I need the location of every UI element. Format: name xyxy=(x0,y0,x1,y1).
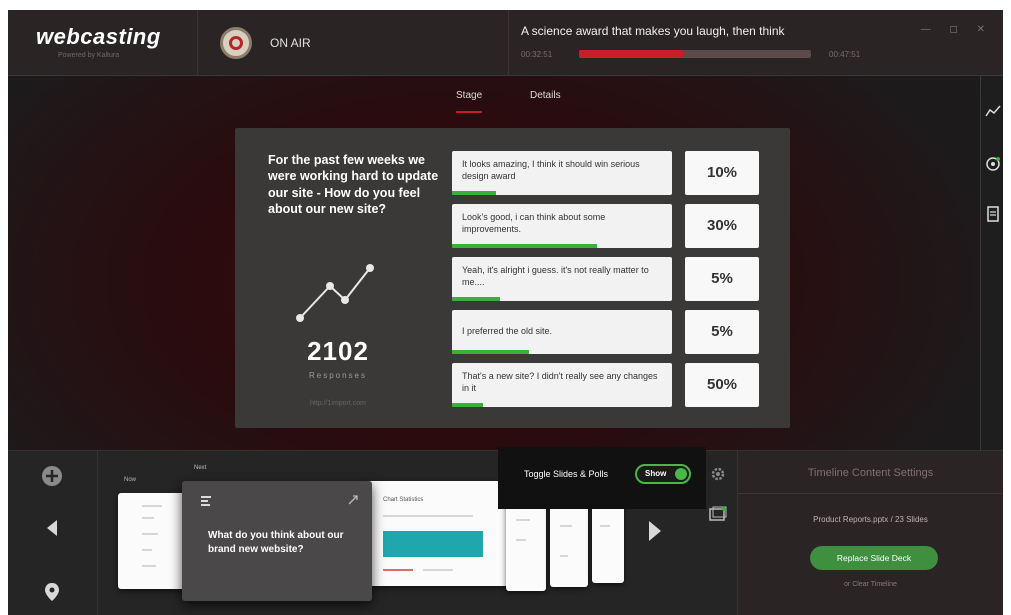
poll-answer: Look's good, i can think about some impr… xyxy=(452,204,672,248)
poll-answer-text: It looks amazing, I think it should win … xyxy=(462,159,640,182)
next-label: Next xyxy=(194,465,207,471)
location-pin-icon[interactable] xyxy=(41,581,63,603)
poll-question: For the past few weeks we were working h… xyxy=(268,153,439,216)
slide-thumbnail[interactable] xyxy=(118,493,190,589)
poll-answer-bar xyxy=(452,244,598,248)
poll-answer-percent: 50% xyxy=(685,363,759,407)
now-label: Now xyxy=(124,477,137,483)
divider xyxy=(738,493,1003,494)
gear-icon[interactable] xyxy=(710,466,726,482)
playback-progress-fill xyxy=(579,50,684,58)
poll-answer-percent: 30% xyxy=(685,204,759,248)
clear-timeline-link[interactable]: or Clear Timeline xyxy=(738,581,1003,588)
expand-icon[interactable] xyxy=(348,495,358,505)
logo-subtitle: Powered by Kaltura xyxy=(58,52,120,59)
poll-answer-bar xyxy=(452,350,529,354)
slides-icon[interactable] xyxy=(709,506,727,522)
response-count: 2102 xyxy=(307,336,369,366)
poll-answer: Yeah, it's alright i guess. it's not rea… xyxy=(452,257,672,301)
next-slide-card[interactable]: What do you think about our brand new we… xyxy=(182,481,372,601)
next-arrow-icon[interactable] xyxy=(646,519,664,543)
next-slide-text: What do you think about our brand new we… xyxy=(208,530,344,555)
poll-answer-percent: 5% xyxy=(685,310,759,354)
previous-arrow-icon[interactable] xyxy=(41,517,63,539)
poll-answer-bar xyxy=(452,297,501,301)
poll-answer: That's a new site? I didn't really see a… xyxy=(452,363,672,407)
poll-answer-bar xyxy=(452,191,496,195)
poll-answer-percent: 10% xyxy=(685,151,759,195)
slide-thumbnail[interactable] xyxy=(506,499,546,591)
logo: webcasting xyxy=(36,24,161,49)
timeline-tools xyxy=(698,451,738,615)
timeline-controls xyxy=(8,451,98,615)
analytics-icon[interactable] xyxy=(985,104,1001,120)
response-label: Responses xyxy=(308,371,368,380)
add-icon[interactable] xyxy=(41,465,63,487)
webcasting-app: webcasting Powered by Kaltura ON AIR A s… xyxy=(8,10,1003,615)
playback-progress[interactable] xyxy=(579,50,811,58)
tab-stage[interactable]: Stage xyxy=(456,90,483,113)
poll-panel: For the past few weeks we were working h… xyxy=(235,128,790,428)
now-playing-title: A science award that makes you laugh, th… xyxy=(521,24,785,38)
on-air-icon[interactable] xyxy=(220,27,252,59)
tab-details[interactable]: Details xyxy=(530,90,561,111)
timeline-settings-panel: Timeline Content Settings Product Report… xyxy=(738,451,1003,615)
timeline-strip: Now Next Chart Statistics What do you th… xyxy=(8,447,1003,615)
poll-answer-text: That's a new site? I didn't really see a… xyxy=(462,371,658,394)
toggle-state: Show xyxy=(645,469,667,478)
timeline-settings-title: Timeline Content Settings xyxy=(807,467,934,479)
right-rail xyxy=(980,76,1003,450)
line-chart-icon xyxy=(296,264,374,322)
slide-thumbnail-chart[interactable]: Chart Statistics xyxy=(363,481,513,586)
poll-answer-text: Look's good, i can think about some impr… xyxy=(462,212,606,235)
deck-file-info: Product Reports.pptx / 23 Slides xyxy=(813,515,928,524)
show-toggle[interactable]: Show xyxy=(635,464,691,484)
chat-icon[interactable] xyxy=(985,156,1001,172)
slide-chart-area xyxy=(383,531,483,557)
time-elapsed: 00:32:51 xyxy=(521,50,553,59)
menu-lines-icon xyxy=(201,496,211,506)
time-total: 00:47:51 xyxy=(829,50,861,59)
now-playing: A science award that makes you laugh, th… xyxy=(508,10,1003,76)
toggle-knob xyxy=(675,468,687,480)
poll-answer-text: Yeah, it's alright i guess. it's not rea… xyxy=(462,265,649,288)
logo-block: webcasting Powered by Kaltura xyxy=(8,10,198,76)
notes-icon[interactable] xyxy=(985,206,1001,222)
poll-answer: It looks amazing, I think it should win … xyxy=(452,151,672,195)
slide-title: Chart Statistics xyxy=(383,497,424,503)
poll-answer-bar xyxy=(452,403,483,407)
toggle-label: Toggle Slides & Polls xyxy=(524,469,609,479)
poll-answer: I preferred the old site. xyxy=(452,310,672,354)
window-controls[interactable]: — ◻ ✕ xyxy=(921,24,993,35)
poll-answer-text: I preferred the old site. xyxy=(462,326,553,336)
slides-carousel: Now Next Chart Statistics What do you th… xyxy=(98,447,706,615)
top-bar: webcasting Powered by Kaltura ON AIR A s… xyxy=(8,10,1003,76)
poll-answer-percent: 5% xyxy=(685,257,759,301)
poll-url[interactable]: http://1import.com xyxy=(273,400,403,407)
on-air-label: ON AIR xyxy=(270,36,311,50)
toggle-slides-polls: Toggle Slides & Polls Show xyxy=(498,447,706,509)
replace-slide-deck-button[interactable]: Replace Slide Deck xyxy=(810,546,938,570)
